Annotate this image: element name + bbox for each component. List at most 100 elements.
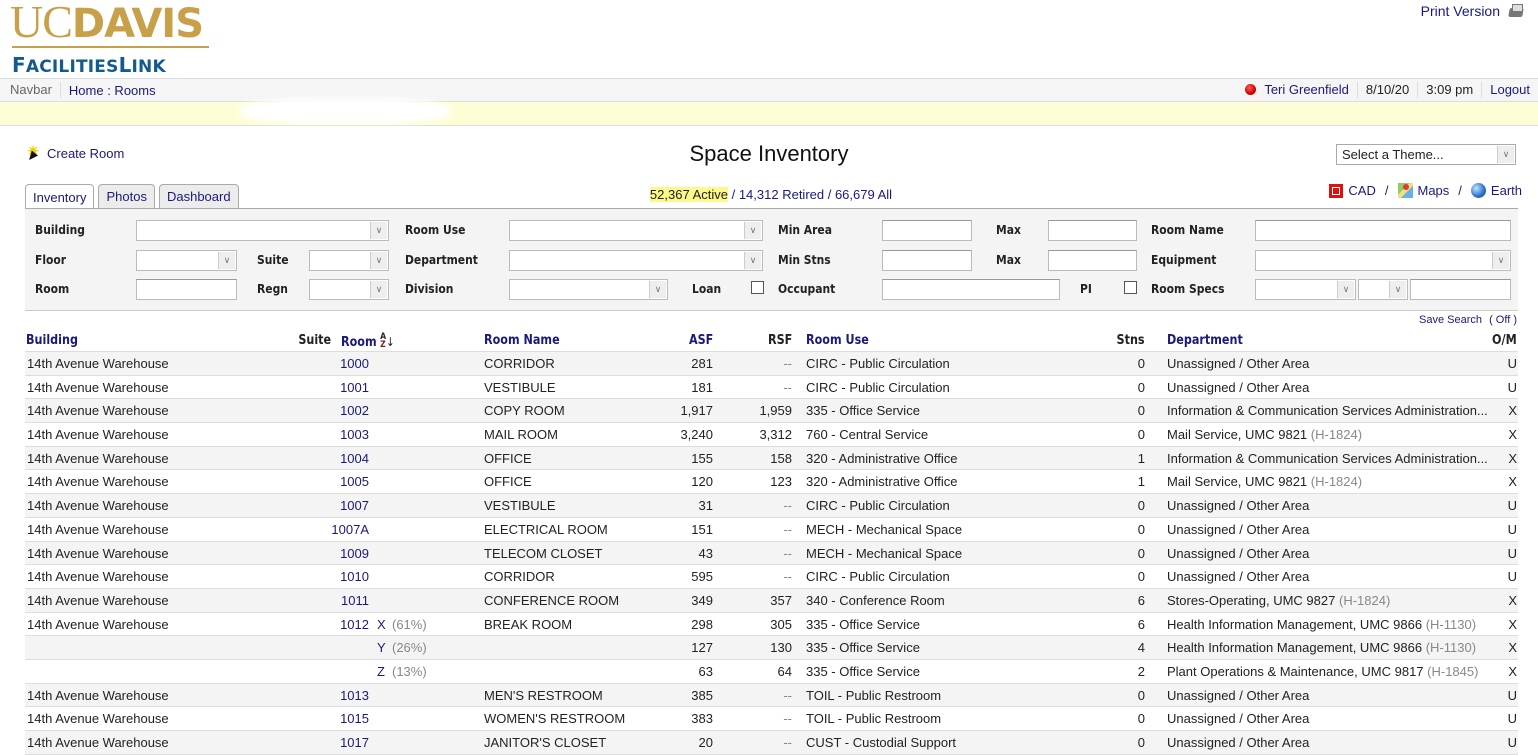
table-row[interactable]: 14th Avenue Warehouse 1015 WOMEN'S RESTR… xyxy=(25,707,1518,731)
cell-room-link[interactable]: 1012 xyxy=(340,617,369,632)
earth-link[interactable]: Earth xyxy=(1491,183,1522,198)
cell-split-link[interactable]: X xyxy=(377,617,386,632)
earth-icon[interactable] xyxy=(1470,183,1486,198)
regn-label: Regn xyxy=(257,281,288,296)
regn-select[interactable]: ∨ xyxy=(309,279,389,300)
max-area-input[interactable] xyxy=(1048,220,1137,241)
room-specs-input[interactable] xyxy=(1410,279,1511,300)
equipment-select[interactable]: ∨ xyxy=(1255,250,1511,271)
retired-count-link[interactable]: 14,312 Retired xyxy=(739,187,824,202)
printer-icon[interactable] xyxy=(1508,4,1524,18)
room-specs-select-1[interactable]: ∨ xyxy=(1255,279,1356,300)
division-select[interactable]: ∨ xyxy=(509,279,668,300)
column-suite[interactable]: Suite xyxy=(298,333,331,348)
column-room-use[interactable]: Room Use xyxy=(806,333,869,348)
table-row[interactable]: Y (26%) 127 130 335 - Office Service 4 H… xyxy=(25,636,1518,660)
user-link[interactable]: Teri Greenfield xyxy=(1237,82,1357,98)
save-search-state[interactable]: ( Off ) xyxy=(1489,314,1517,326)
chevron-down-icon[interactable]: ∨ xyxy=(370,222,387,239)
cell-room-link[interactable]: 1007 xyxy=(340,498,369,513)
min-stns-input[interactable] xyxy=(882,250,972,271)
table-row[interactable]: 14th Avenue Warehouse 1012 X (61%) BREAK… xyxy=(25,612,1518,637)
table-row[interactable]: 14th Avenue Warehouse 1003 MAIL ROOM 3,2… xyxy=(25,423,1518,447)
table-row[interactable]: 14th Avenue Warehouse 1007 VESTIBULE 31 … xyxy=(25,494,1518,518)
room-use-select[interactable]: ∨ xyxy=(509,220,763,241)
all-count-link[interactable]: 66,679 All xyxy=(835,187,892,202)
user-name[interactable]: Teri Greenfield xyxy=(1264,82,1349,97)
cell-room-link[interactable]: 1005 xyxy=(340,474,369,489)
chevron-down-icon[interactable]: ∨ xyxy=(1492,252,1509,269)
pi-checkbox[interactable] xyxy=(1124,281,1137,294)
room-specs-select-2[interactable]: ∨ xyxy=(1358,279,1408,300)
chevron-down-icon[interactable]: ∨ xyxy=(744,252,761,269)
chevron-down-icon[interactable]: ∨ xyxy=(1389,281,1406,298)
cell-split-link[interactable]: Y xyxy=(377,640,386,655)
table-row[interactable]: 14th Avenue Warehouse 1009 TELECOM CLOSE… xyxy=(25,541,1518,566)
floor-select[interactable]: ∨ xyxy=(136,250,237,271)
column-room[interactable]: Room A Z↓ xyxy=(341,333,395,351)
cad-link[interactable]: CAD xyxy=(1348,183,1375,198)
column-building[interactable]: Building xyxy=(26,333,78,348)
active-count-link[interactable]: 52,367 Active xyxy=(649,187,728,202)
logout-link[interactable]: Logout xyxy=(1481,82,1538,98)
cell-room-link[interactable]: 1011 xyxy=(341,593,369,608)
building-select[interactable]: ∨ xyxy=(136,220,389,241)
room-input[interactable] xyxy=(136,279,237,300)
column-room-label[interactable]: Room xyxy=(341,335,377,350)
chevron-down-icon[interactable]: ∨ xyxy=(370,252,387,269)
max-stns-input[interactable] xyxy=(1048,250,1137,271)
chevron-down-icon[interactable]: ∨ xyxy=(1497,146,1514,163)
cell-room-link[interactable]: 1013 xyxy=(340,688,369,703)
occupant-input[interactable] xyxy=(882,279,1060,300)
cell-room-link[interactable]: 1009 xyxy=(340,546,369,561)
cell-room-link[interactable]: 1003 xyxy=(340,427,369,442)
suite-select[interactable]: ∨ xyxy=(309,250,389,271)
theme-select[interactable]: Select a Theme... ∨ xyxy=(1336,144,1516,165)
print-version-label[interactable]: Print Version xyxy=(1421,3,1500,19)
department-select[interactable]: ∨ xyxy=(509,250,763,271)
cell-room-link[interactable]: 1000 xyxy=(340,356,369,371)
maps-link[interactable]: Maps xyxy=(1418,183,1450,198)
min-area-input[interactable] xyxy=(882,220,972,241)
table-row[interactable]: 14th Avenue Warehouse 1013 MEN'S RESTROO… xyxy=(25,683,1518,708)
chevron-down-icon[interactable]: ∨ xyxy=(1337,281,1354,298)
cell-room-link[interactable]: 1015 xyxy=(340,711,369,726)
table-row[interactable]: 14th Avenue Warehouse 1004 OFFICE 155 15… xyxy=(25,446,1518,471)
chevron-down-icon[interactable]: ∨ xyxy=(218,252,235,269)
loan-checkbox[interactable] xyxy=(751,281,764,294)
table-row[interactable]: 14th Avenue Warehouse 1011 CONFERENCE RO… xyxy=(25,588,1518,613)
table-row[interactable]: 14th Avenue Warehouse 1007A ELECTRICAL R… xyxy=(25,517,1518,542)
column-room-name[interactable]: Room Name xyxy=(484,333,560,348)
cell-split-link[interactable]: Z xyxy=(377,664,385,679)
table-row[interactable]: 14th Avenue Warehouse 1001 VESTIBULE 181… xyxy=(25,375,1518,400)
table-row[interactable]: 14th Avenue Warehouse 1017 JANITOR'S CLO… xyxy=(25,731,1518,755)
cell-room-link[interactable]: 1002 xyxy=(340,403,369,418)
column-stns[interactable]: Stns xyxy=(1117,333,1145,348)
chevron-down-icon[interactable]: ∨ xyxy=(744,222,761,239)
column-rsf[interactable]: RSF xyxy=(768,333,792,348)
table-row[interactable]: 14th Avenue Warehouse 1000 CORRIDOR 281 … xyxy=(25,352,1518,376)
cell-room-link[interactable]: 1001 xyxy=(340,380,369,395)
cell-room-link[interactable]: 1004 xyxy=(340,451,369,466)
navbar-label[interactable]: Navbar xyxy=(0,82,61,98)
room-label: Room xyxy=(35,281,70,296)
table-row[interactable]: 14th Avenue Warehouse 1002 COPY ROOM 1,9… xyxy=(25,399,1518,424)
cad-icon[interactable] xyxy=(1329,183,1344,198)
print-version-link[interactable]: Print Version xyxy=(1421,3,1524,19)
breadcrumb[interactable]: Home : Rooms xyxy=(61,83,156,98)
column-department[interactable]: Department xyxy=(1167,333,1243,348)
table-row[interactable]: 14th Avenue Warehouse 1010 CORRIDOR 595 … xyxy=(25,565,1518,589)
chevron-down-icon[interactable]: ∨ xyxy=(370,281,387,298)
column-om[interactable]: O/M xyxy=(1492,333,1517,348)
maps-icon[interactable] xyxy=(1397,183,1413,198)
table-row[interactable]: Z (13%) 63 64 335 - Office Service 2 Pla… xyxy=(25,659,1518,684)
column-asf[interactable]: ASF xyxy=(689,333,713,348)
chevron-down-icon[interactable]: ∨ xyxy=(649,281,666,298)
save-search-link[interactable]: Save Search xyxy=(1419,314,1482,326)
ucdavis-facilitieslink-logo[interactable]: UCDAVIS FACILITIESLINK xyxy=(10,0,210,77)
cell-room-link[interactable]: 1010 xyxy=(340,569,369,584)
room-name-input[interactable] xyxy=(1255,220,1511,241)
cell-room-link[interactable]: 1017 xyxy=(340,735,369,750)
table-row[interactable]: 14th Avenue Warehouse 1005 OFFICE 120 12… xyxy=(25,470,1518,495)
cell-room-link[interactable]: 1007A xyxy=(331,522,369,537)
